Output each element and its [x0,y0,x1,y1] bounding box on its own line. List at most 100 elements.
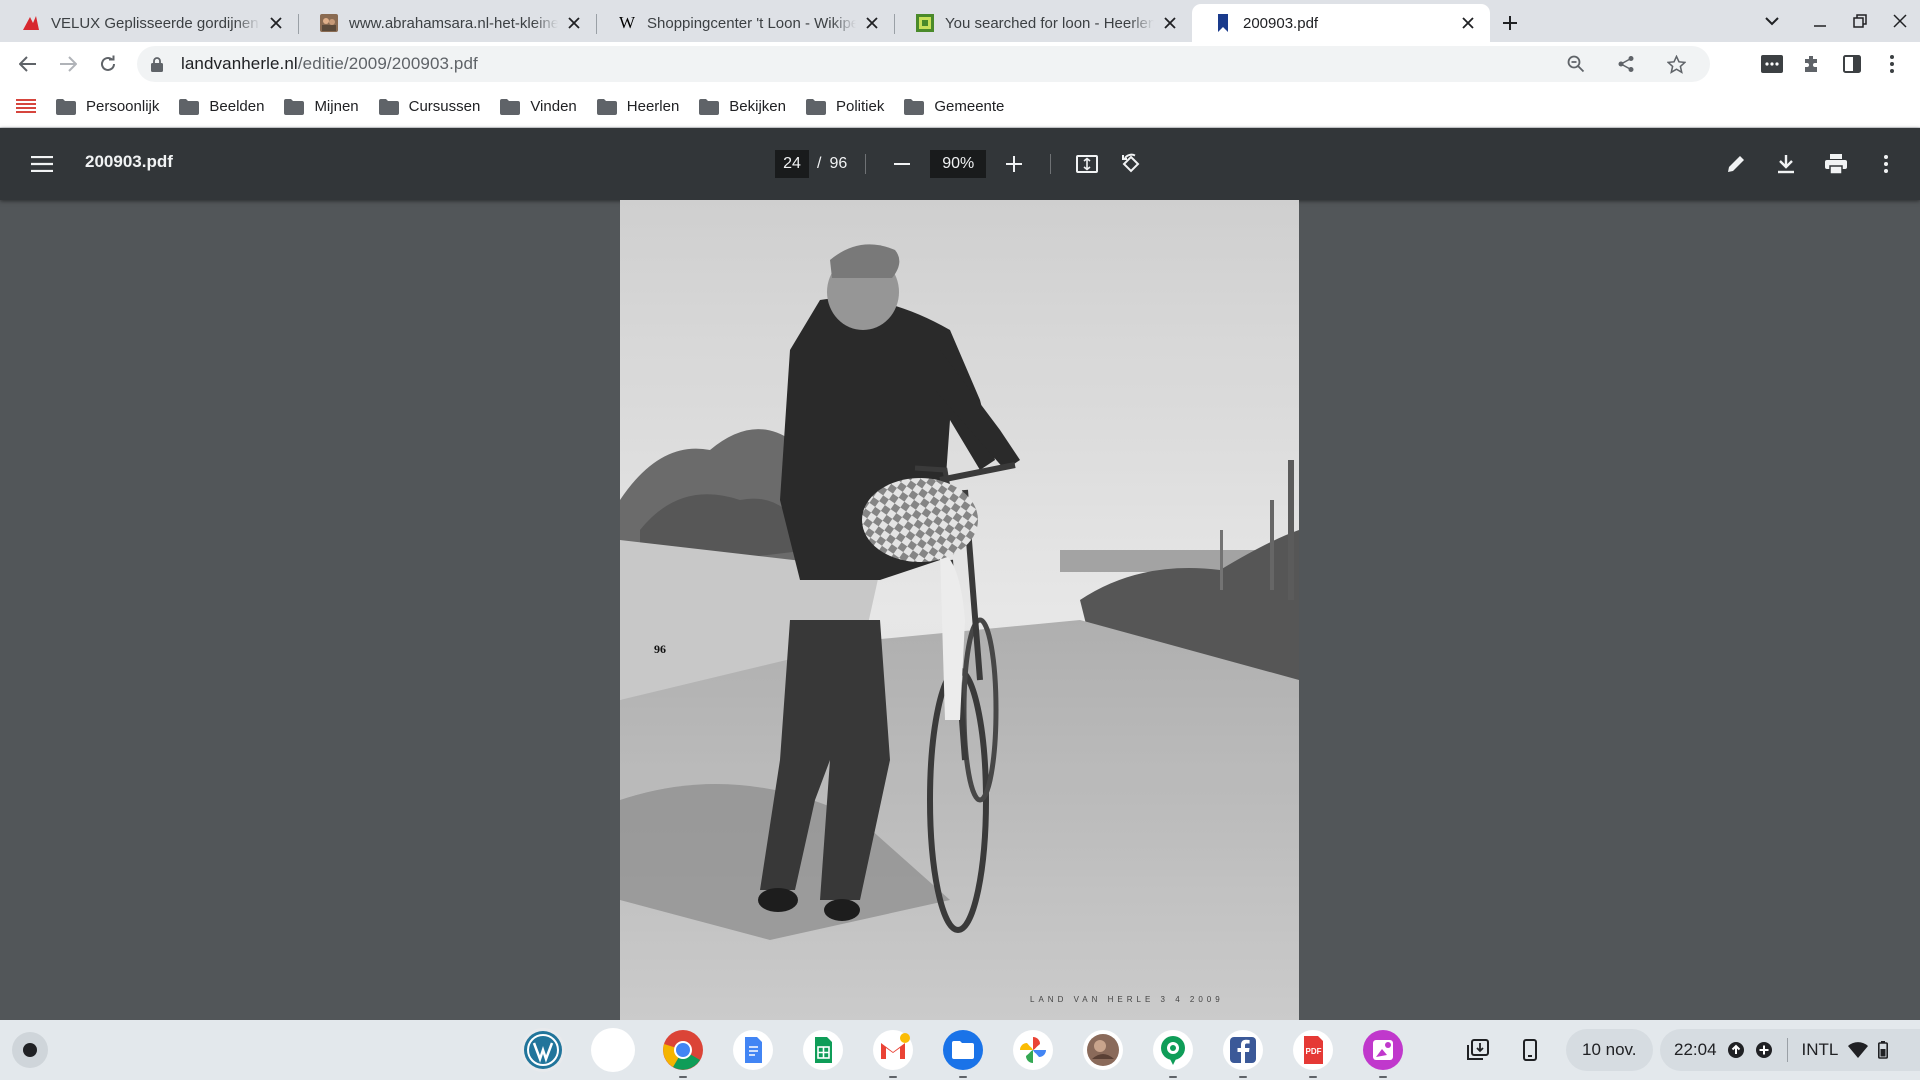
download-button[interactable] [1766,144,1806,184]
lock-icon [151,56,167,72]
photo-man-with-bicycle [620,200,1299,1020]
velux-icon [22,14,40,32]
zoom-out-button[interactable] [884,146,920,182]
holding-space-icon [1467,1039,1489,1060]
chrome-app[interactable] [661,1028,705,1078]
reload-button[interactable] [88,44,128,84]
divider [1786,1038,1788,1062]
restore-icon [1853,14,1867,28]
pdf-app[interactable]: PDF [1291,1028,1335,1078]
battery-icon [1878,1041,1889,1059]
date-tray[interactable]: 10 nov. [1566,1029,1653,1071]
folder-icon [284,98,305,115]
close-tab-icon[interactable] [266,13,286,33]
page-number-input[interactable]: 24 [775,150,809,178]
hamburger-menu-icon [31,156,53,172]
screenshot-app[interactable] [1361,1028,1405,1078]
gmail-icon [873,1030,913,1070]
bookmark-politiek[interactable]: Politiek [796,92,894,122]
folder-icon [179,98,200,115]
minimize-button[interactable] [1800,0,1840,42]
running-indicator [1169,1076,1177,1078]
pdf-sidebar-button[interactable] [22,144,62,184]
holding-space-button[interactable] [1456,1028,1500,1072]
heerlen-icon [916,14,934,32]
tab-abrahamsara[interactable]: www.abrahamsara.nl-het-kleine-c [298,4,596,42]
tab-pdf[interactable]: 200903.pdf [1192,4,1490,42]
sheets-app[interactable] [801,1028,845,1072]
photo-app[interactable] [1081,1028,1125,1072]
close-tab-icon[interactable] [1160,13,1180,33]
phone-hub-button[interactable] [1508,1028,1552,1072]
forward-button[interactable] [48,44,88,84]
fit-page-icon [1076,155,1099,173]
bookmark-heerlen[interactable]: Heerlen [587,92,690,122]
arrow-left-icon [19,56,36,72]
running-indicator [679,1076,687,1078]
launcher-button[interactable] [12,1032,48,1068]
rotate-button[interactable] [1113,146,1149,182]
facebook-app[interactable] [1221,1028,1265,1078]
blank-app[interactable] [591,1028,635,1072]
tab-wikipedia[interactable]: W Shoppingcenter 't Loon - Wikiped [596,4,894,42]
bookmark-cursussen[interactable]: Cursussen [369,92,491,122]
side-panel-button[interactable] [1832,42,1872,86]
browser-toolbar: landvanherle.nl/editie/2009/200903.pdf [0,42,1920,86]
zoom-button[interactable] [1556,44,1596,84]
photo-icon [320,14,338,32]
wordpress-app[interactable] [521,1028,565,1072]
tab-search-button[interactable] [1752,0,1792,42]
tab-velux[interactable]: VELUX Geplisseerde gordijnen | D [0,4,298,42]
bookmark-vinden[interactable]: Vinden [490,92,586,122]
os-shelf: PDF 10 nov. 22:04 INTL [0,1020,1920,1080]
url-text[interactable]: landvanherle.nl/editie/2009/200903.pdf [181,54,478,74]
close-tab-icon[interactable] [862,13,882,33]
bookmark-label: Politiek [836,98,885,115]
screenshot-app-icon [1363,1030,1403,1070]
address-bar[interactable]: landvanherle.nl/editie/2009/200903.pdf [137,46,1710,82]
plus-icon [1006,156,1023,172]
url-host: landvanherle.nl [181,54,298,73]
new-tab-button[interactable] [1490,4,1530,42]
bookmark-mijnen[interactable]: Mijnen [274,92,368,122]
close-icon [1893,14,1907,28]
fit-to-page-button[interactable] [1069,146,1105,182]
zoom-in-button[interactable] [996,146,1032,182]
print-icon [1825,154,1847,174]
tab-heerlen[interactable]: You searched for loon - Heerlen V [894,4,1192,42]
kebab-menu-icon [1884,155,1888,173]
reload-icon [101,55,115,71]
share-button[interactable] [1606,44,1646,84]
bookmark-gemeente[interactable]: Gemeente [894,92,1014,122]
pdf-page: 96 LAND VAN HERLE 3 4 2009 [620,200,1299,1020]
tab-title: www.abrahamsara.nl-het-kleine-c [349,14,558,32]
tab-title: Shoppingcenter 't Loon - Wikiped [647,14,856,32]
bookmark-bekijken[interactable]: Bekijken [689,92,796,122]
apps-list-icon[interactable] [16,97,38,117]
minimize-icon [1814,25,1826,27]
photos-app[interactable] [1011,1028,1055,1072]
bookmark-persoonlijk[interactable]: Persoonlijk [46,92,169,122]
print-button[interactable] [1816,144,1856,184]
restore-button[interactable] [1840,0,1880,42]
bookmark-star-button[interactable] [1656,44,1696,84]
pdf-toolbar: 200903.pdf 24 / 96 90% [0,128,1920,200]
more-actions-button[interactable] [1866,144,1906,184]
extensions-button[interactable] [1792,42,1832,86]
close-window-button[interactable] [1880,0,1920,42]
extension-button[interactable] [1752,42,1792,86]
docs-app[interactable] [731,1028,775,1072]
hangouts-app[interactable] [1151,1028,1195,1078]
bookmark-beelden[interactable]: Beelden [169,92,274,122]
files-app[interactable] [941,1028,985,1078]
folder-icon [806,98,826,115]
zoom-level-input[interactable]: 90% [930,150,987,178]
annotate-button[interactable] [1716,144,1756,184]
system-tray[interactable]: 22:04 INTL [1660,1029,1920,1071]
input-method-text: INTL [1801,1040,1839,1059]
close-tab-icon[interactable] [564,13,584,33]
browser-menu-button[interactable] [1872,42,1912,86]
gmail-app[interactable] [871,1028,915,1078]
close-tab-icon[interactable] [1458,13,1478,33]
back-button[interactable] [8,44,48,84]
